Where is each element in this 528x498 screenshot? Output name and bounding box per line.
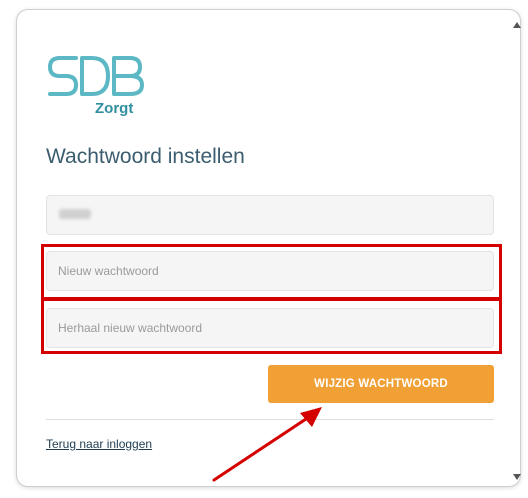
scroll-up-arrow-icon[interactable] [513,22,521,28]
scrollbar[interactable] [513,22,521,480]
highlight-box-new-password [41,244,502,300]
back-to-login-link[interactable]: Terug naar inloggen [46,437,152,451]
logo-subtitle: Zorgt [95,100,134,117]
username-value-blurred [59,209,91,219]
highlight-box-repeat-password [41,298,502,354]
username-field[interactable] [46,195,494,235]
scroll-down-arrow-icon[interactable] [513,474,521,480]
page-title: Wachtwoord instellen [46,145,245,168]
annotation-arrow-icon [212,407,322,482]
